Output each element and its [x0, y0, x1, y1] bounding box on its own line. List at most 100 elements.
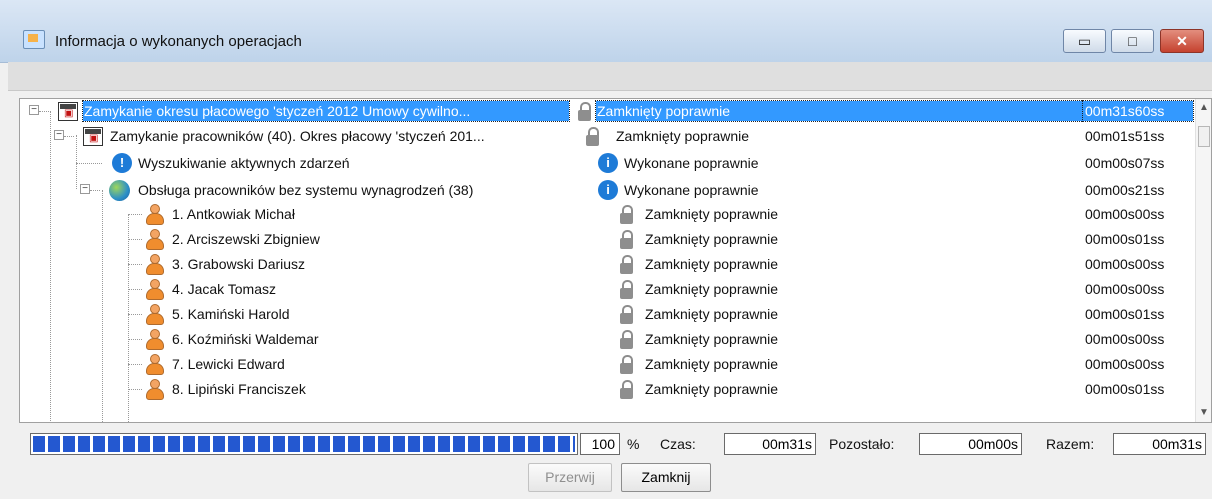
tree-row[interactable]: 5. Kamiński Harold Zamknięty poprawnie 0…	[20, 302, 1195, 326]
info-icon: !	[112, 153, 132, 173]
operation-status: Zamknięty poprawnie	[645, 306, 779, 322]
window-title: Informacja o wykonanych operacjach	[55, 33, 302, 50]
total-label: Razem:	[1046, 436, 1095, 452]
tree-connector	[90, 190, 100, 192]
operation-time: 00m00s01ss	[1085, 231, 1165, 247]
operations-tree: − Zamykanie okresu płacowego 'styczeń 20…	[20, 99, 1195, 422]
lock-icon	[619, 305, 634, 324]
calendar-icon	[83, 127, 103, 146]
operation-name: 6. Koźmiński Waldemar	[172, 331, 319, 347]
operation-time: 00m31s60ss	[1082, 100, 1194, 122]
tree-row[interactable]: − Obsługa pracowników bez systemu wynagr…	[20, 178, 1195, 202]
globe-icon	[109, 180, 130, 201]
empty-toolbar-strip	[8, 62, 1212, 91]
tree-row[interactable]: 3. Grabowski Dariusz Zamknięty poprawnie…	[20, 252, 1195, 276]
lock-icon	[577, 102, 592, 121]
collapse-icon[interactable]: −	[80, 184, 90, 194]
abort-button[interactable]: Przerwij	[528, 463, 612, 492]
person-icon	[144, 229, 164, 250]
operation-time: 00m00s21ss	[1085, 182, 1165, 198]
close-dialog-button[interactable]: Zamknij	[621, 463, 711, 492]
minimize-icon: ▭	[1077, 32, 1092, 49]
tree-row[interactable]: − Zamykanie pracowników (40). Okres płac…	[20, 124, 1195, 148]
collapse-icon[interactable]: −	[29, 105, 39, 115]
time-label: Czas:	[660, 436, 696, 452]
lock-icon	[619, 380, 634, 399]
operation-name: 8. Lipiński Franciszek	[172, 381, 306, 397]
tree-row[interactable]: 6. Koźmiński Waldemar Zamknięty poprawni…	[20, 327, 1195, 351]
tree-connector	[128, 214, 142, 216]
close-dialog-button-label: Zamknij	[641, 469, 691, 485]
operation-time: 00m01s51ss	[1085, 128, 1165, 144]
operation-time: 00m00s00ss	[1085, 206, 1165, 222]
tree-connector	[39, 111, 49, 113]
tree-connector	[128, 314, 142, 316]
operation-name: 4. Jacak Tomasz	[172, 281, 277, 297]
collapse-icon[interactable]: −	[54, 130, 64, 140]
operation-status: Zamknięty poprawnie	[645, 206, 779, 222]
person-icon	[144, 254, 164, 275]
operation-status: Zamknięty poprawnie	[645, 331, 779, 347]
close-button[interactable]: ✕	[1160, 29, 1204, 53]
total-value: 00m31s	[1113, 433, 1206, 455]
lock-icon	[619, 330, 634, 349]
title-bar: Informacja o wykonanych operacjach ▭ □ ✕	[0, 0, 1212, 63]
operation-status: Wykonane poprawnie	[624, 155, 759, 171]
operation-name: Zamykanie okresu płacowego 'styczeń 2012…	[82, 100, 570, 122]
progress-percent-value: 100	[580, 433, 620, 455]
info-icon: i	[598, 180, 618, 200]
operation-status: Zamknięty poprawnie	[645, 381, 779, 397]
scrollbar-thumb[interactable]	[1198, 126, 1210, 147]
tree-connector	[128, 264, 142, 266]
operation-status: Zamknięty poprawnie	[645, 231, 779, 247]
minimize-button[interactable]: ▭	[1063, 29, 1106, 53]
tree-row[interactable]: − Zamykanie okresu płacowego 'styczeń 20…	[20, 99, 1195, 123]
tree-row[interactable]: ! Wyszukiwanie aktywnych zdarzeń i Wykon…	[20, 151, 1195, 175]
operation-name: Zamykanie pracowników (40). Okres płacow…	[110, 128, 485, 144]
operation-time: 00m00s07ss	[1085, 155, 1165, 171]
app-icon	[23, 30, 45, 49]
operation-status: Zamknięty poprawnie	[645, 256, 779, 272]
person-icon	[144, 279, 164, 300]
maximize-button[interactable]: □	[1111, 29, 1154, 53]
scroll-down-icon[interactable]: ▼	[1196, 404, 1211, 422]
operation-time: 00m00s01ss	[1085, 381, 1165, 397]
tree-connector	[128, 289, 142, 291]
operation-name: Wyszukiwanie aktywnych zdarzeń	[138, 155, 350, 171]
tree-row[interactable]: 2. Arciszewski Zbigniew Zamknięty popraw…	[20, 227, 1195, 251]
percent-symbol: %	[627, 436, 640, 452]
remaining-value: 00m00s	[919, 433, 1022, 455]
tree-row[interactable]: 1. Antkowiak Michał Zamknięty poprawnie …	[20, 202, 1195, 226]
operation-time: 00m00s00ss	[1085, 356, 1165, 372]
person-icon	[144, 304, 164, 325]
tree-connector	[128, 364, 142, 366]
lock-icon	[619, 280, 634, 299]
operation-time: 00m00s00ss	[1085, 331, 1165, 347]
person-icon	[144, 204, 164, 225]
lock-icon	[619, 355, 634, 374]
operation-status: Zamknięty poprawnie	[616, 128, 750, 144]
tree-connector	[64, 136, 74, 138]
tree-row[interactable]: 8. Lipiński Franciszek Zamknięty poprawn…	[20, 377, 1195, 401]
vertical-scrollbar[interactable]: ▲ ▼	[1195, 99, 1211, 422]
operation-time: 00m00s00ss	[1085, 256, 1165, 272]
tree-connector	[128, 389, 142, 391]
maximize-icon: □	[1128, 33, 1137, 49]
operation-name: 3. Grabowski Dariusz	[172, 256, 306, 272]
operation-time: 00m00s00ss	[1085, 281, 1165, 297]
lock-icon	[585, 127, 600, 146]
tree-connector	[76, 163, 102, 165]
scroll-up-icon[interactable]: ▲	[1196, 99, 1211, 117]
progress-bar	[30, 433, 578, 455]
tree-row[interactable]: 7. Lewicki Edward Zamknięty poprawnie 00…	[20, 352, 1195, 376]
close-icon: ✕	[1176, 32, 1188, 49]
remaining-label: Pozostało:	[829, 436, 895, 452]
operation-name: 1. Antkowiak Michał	[172, 206, 295, 222]
operation-status: Zamknięty poprawnie	[645, 356, 779, 372]
tree-row[interactable]: 4. Jacak Tomasz Zamknięty poprawnie 00m0…	[20, 277, 1195, 301]
operation-name: Obsługa pracowników bez systemu wynagrod…	[138, 182, 474, 198]
operations-tree-panel[interactable]: − Zamykanie okresu płacowego 'styczeń 20…	[19, 98, 1212, 423]
operation-status: Wykonane poprawnie	[624, 182, 759, 198]
calendar-icon	[58, 102, 78, 121]
operation-info-window: Informacja o wykonanych operacjach ▭ □ ✕…	[0, 0, 1212, 499]
